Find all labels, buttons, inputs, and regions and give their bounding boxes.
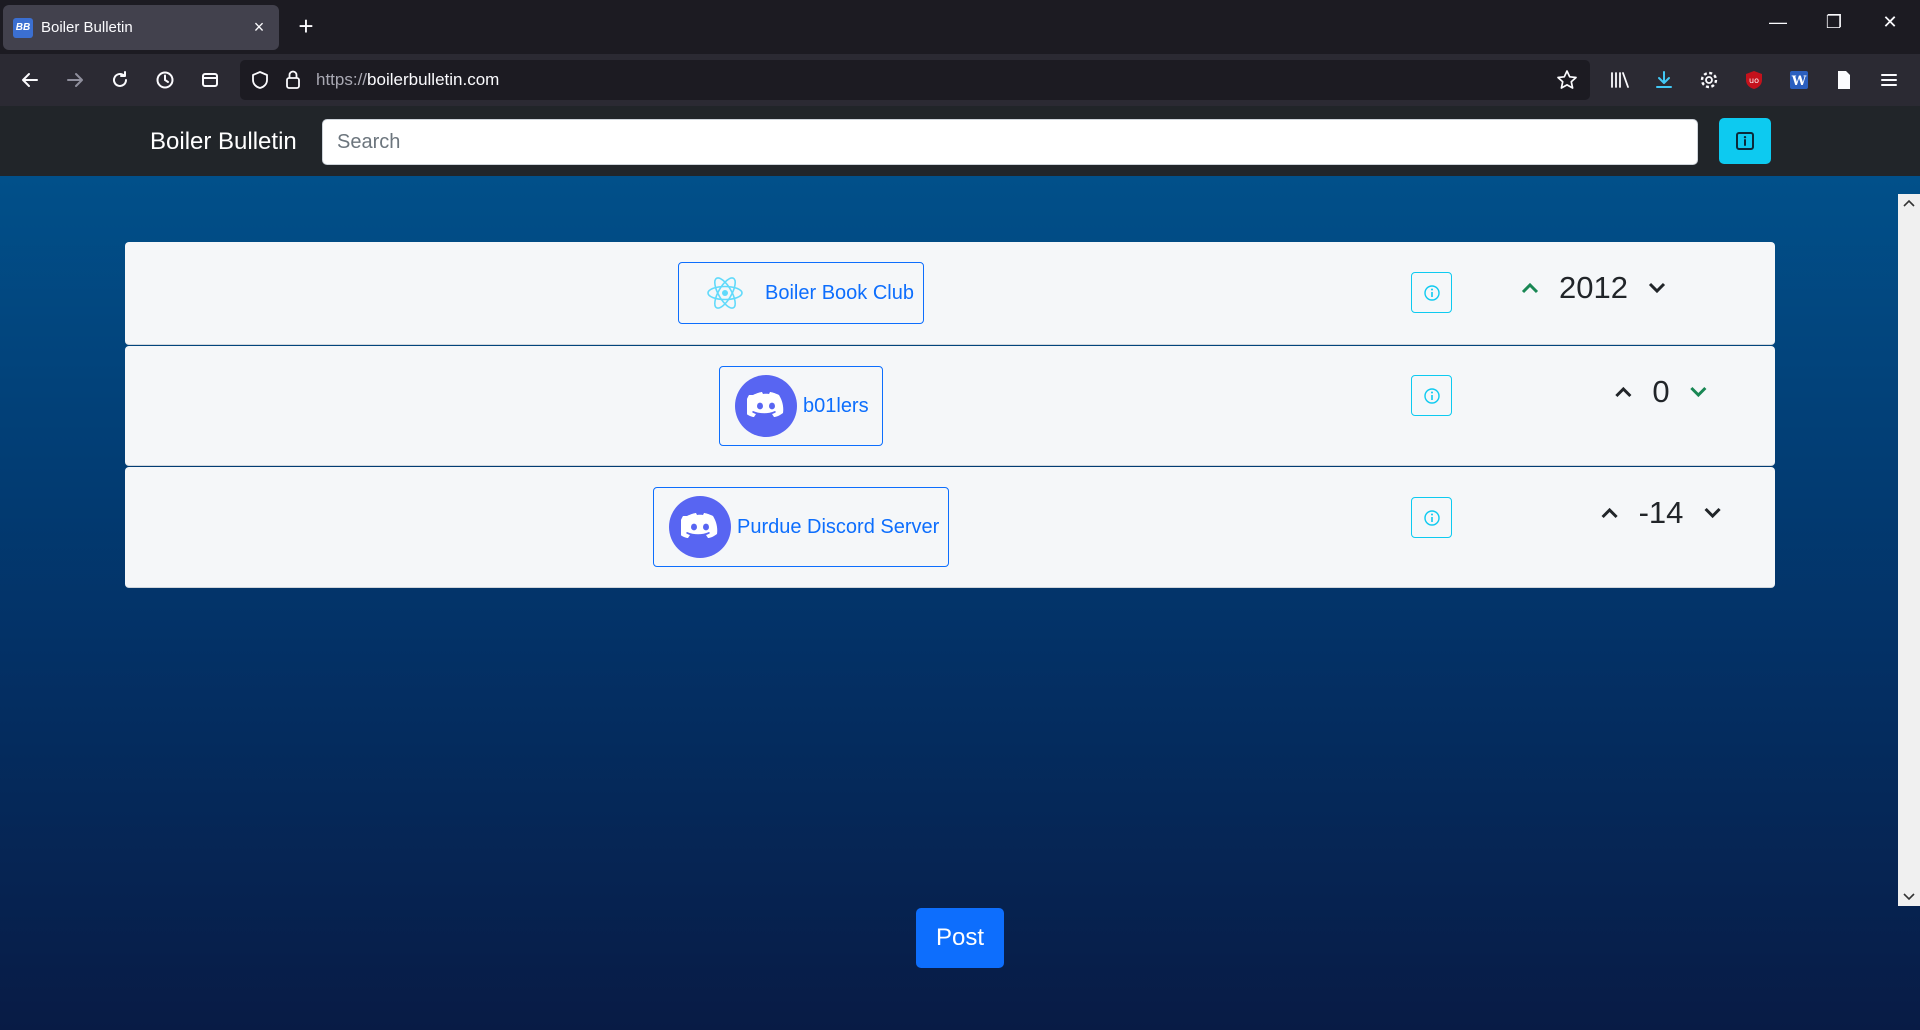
- chevron-down-icon: [1648, 282, 1666, 294]
- post-link-button[interactable]: b01lers: [719, 366, 883, 446]
- url-text[interactable]: https://boilerbulletin.com: [316, 70, 499, 90]
- list-item: Purdue Discord Server -14: [125, 467, 1775, 588]
- vote-count: -14: [1638, 495, 1684, 530]
- info-button[interactable]: [1719, 118, 1771, 164]
- chevron-up-icon: [1521, 282, 1539, 294]
- browser-tab-bar: BB Boiler Bulletin × + — ❐ ✕: [0, 0, 1920, 54]
- info-circle-icon: [1423, 509, 1440, 526]
- scroll-down-arrow-icon[interactable]: [1898, 888, 1920, 906]
- post-info-button[interactable]: [1411, 272, 1452, 313]
- post-list: Boiler Book Club 2012 b01lers 0 Purdue D…: [125, 242, 1775, 588]
- url-host: boilerbulletin.com: [367, 70, 500, 89]
- close-window-button[interactable]: ✕: [1870, 12, 1910, 33]
- settings-gear-icon[interactable]: [1693, 64, 1725, 96]
- ublock-origin-icon[interactable]: uo: [1738, 64, 1770, 96]
- post-info-button[interactable]: [1411, 375, 1452, 416]
- svg-text:uo: uo: [1749, 76, 1759, 85]
- list-item: Boiler Book Club 2012: [125, 242, 1775, 345]
- sidebar-icon[interactable]: [194, 64, 226, 96]
- chevron-down-icon: [1690, 386, 1707, 398]
- tab-title: Boiler Bulletin: [41, 19, 133, 36]
- vote-count: 0: [1652, 374, 1670, 409]
- discord-icon: [669, 496, 731, 558]
- page-scrollbar[interactable]: [1898, 194, 1920, 906]
- vote-control: 2012: [1515, 270, 1672, 306]
- post-label: b01lers: [803, 394, 869, 417]
- url-bar[interactable]: https://boilerbulletin.com: [240, 60, 1590, 100]
- react-icon: [705, 275, 745, 311]
- shield-icon[interactable]: [250, 70, 270, 95]
- reload-icon[interactable]: [104, 64, 136, 96]
- scroll-up-arrow-icon[interactable]: [1898, 194, 1920, 212]
- url-scheme: https://: [316, 70, 368, 89]
- downvote-button[interactable]: [1684, 377, 1714, 407]
- info-circle-icon: [1423, 387, 1440, 404]
- page-document-icon[interactable]: [1828, 64, 1860, 96]
- list-item: b01lers 0: [125, 346, 1775, 466]
- post-label: Boiler Book Club: [765, 281, 914, 304]
- post-link-button[interactable]: Purdue Discord Server: [653, 487, 949, 567]
- info-circle-icon: [1423, 284, 1440, 301]
- vote-count: 2012: [1559, 270, 1628, 305]
- chevron-up-icon: [1615, 386, 1632, 398]
- downvote-button[interactable]: [1642, 273, 1672, 303]
- post-label: Purdue Discord Server: [737, 515, 940, 538]
- bookmark-star-icon[interactable]: [1556, 69, 1578, 96]
- main-content: Boiler Book Club 2012 b01lers 0 Purdue D…: [0, 176, 1920, 1030]
- site-brand[interactable]: Boiler Bulletin: [150, 128, 297, 156]
- vote-control: -14: [1595, 495, 1728, 531]
- back-icon[interactable]: [14, 64, 46, 96]
- tab-close-icon[interactable]: ×: [249, 17, 269, 38]
- upvote-button[interactable]: [1608, 377, 1638, 407]
- site-favicon-icon: BB: [13, 17, 33, 38]
- upvote-button[interactable]: [1515, 273, 1545, 303]
- upvote-button[interactable]: [1595, 498, 1625, 528]
- minimize-window-button[interactable]: —: [1758, 12, 1798, 33]
- downvote-button[interactable]: [1697, 498, 1727, 528]
- browser-nav-bar: https://boilerbulletin.com uo W: [0, 54, 1920, 106]
- post-button[interactable]: Post: [916, 908, 1004, 968]
- site-header: Boiler Bulletin: [0, 106, 1920, 176]
- menu-hamburger-icon[interactable]: [1873, 64, 1905, 96]
- forward-icon[interactable]: [59, 64, 91, 96]
- browser-tab[interactable]: BB Boiler Bulletin ×: [3, 5, 279, 50]
- vote-control: 0: [1608, 374, 1713, 410]
- new-tab-button[interactable]: +: [292, 12, 320, 40]
- search-input[interactable]: [322, 119, 1698, 165]
- post-link-button[interactable]: Boiler Book Club: [678, 262, 924, 324]
- word-extension-icon[interactable]: W: [1783, 64, 1815, 96]
- restore-window-button[interactable]: ❐: [1814, 12, 1854, 33]
- post-info-button[interactable]: [1411, 497, 1452, 538]
- downloads-icon[interactable]: [1648, 64, 1680, 96]
- history-icon[interactable]: [149, 64, 181, 96]
- chevron-up-icon: [1601, 507, 1618, 519]
- info-square-icon: [1736, 132, 1754, 150]
- lock-icon[interactable]: [284, 69, 302, 96]
- discord-icon: [735, 375, 797, 437]
- chevron-down-icon: [1704, 507, 1721, 519]
- library-icon[interactable]: [1604, 64, 1636, 96]
- svg-text:W: W: [1791, 74, 1807, 89]
